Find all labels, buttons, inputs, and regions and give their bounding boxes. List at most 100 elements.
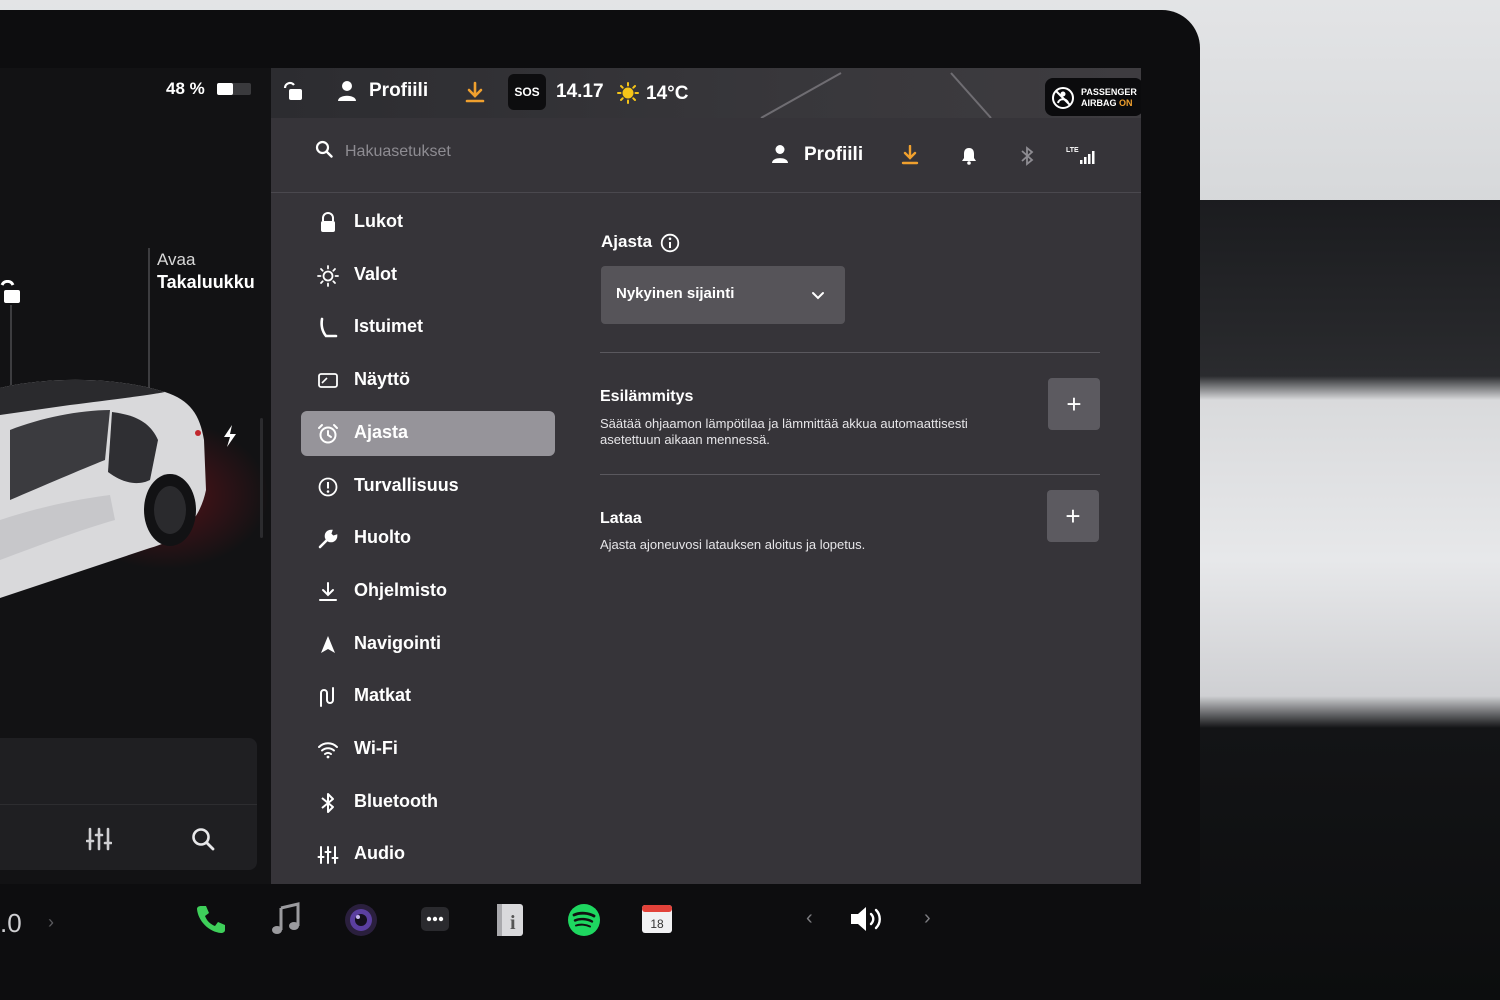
spotify-icon[interactable]: [566, 902, 606, 942]
profile-label[interactable]: Profiili: [369, 80, 428, 102]
battery-percent: 48 %: [166, 79, 205, 98]
volume-icon[interactable]: [848, 904, 888, 939]
equalizer-icon: [317, 844, 339, 866]
sidebar-item-label: Turvallisuus: [354, 474, 459, 495]
sidebar-item-navigointi[interactable]: Navigointi: [301, 622, 555, 667]
sidebar-item-label: Ohjelmisto: [354, 579, 448, 600]
sidebar-item-ajasta[interactable]: Ajasta: [301, 410, 555, 456]
search-icon: [315, 140, 333, 163]
chevron-down-icon: [811, 288, 825, 306]
charging-description: Ajasta ajoneuvosi latauksen aloitus ja l…: [600, 537, 866, 552]
add-preconditioning-button[interactable]: +: [1048, 378, 1100, 430]
divider: [600, 352, 1100, 353]
media-search-icon[interactable]: [191, 827, 215, 856]
airbag-off-icon: [1051, 86, 1075, 115]
airbag-prefix: AIRBAG: [1081, 98, 1119, 108]
profile-icon[interactable]: [337, 80, 357, 107]
wrench-icon: [317, 528, 339, 550]
frunk-lock-icon[interactable]: [0, 279, 22, 311]
sidebar-item-label: Lukot: [354, 211, 403, 231]
media-divider: [0, 804, 257, 805]
phone-icon[interactable]: [194, 902, 234, 942]
sidebar-item-matkat[interactable]: Matkat: [301, 674, 555, 719]
car-image: [0, 370, 215, 615]
download-icon[interactable]: [465, 81, 485, 108]
manual-icon[interactable]: i: [493, 902, 533, 942]
sidebar-item-wi-fi[interactable]: Wi-Fi: [301, 727, 555, 772]
settings-search-input[interactable]: [343, 136, 627, 168]
header-profile-icon[interactable]: [771, 144, 789, 169]
sidebar-item-label: Navigointi: [354, 632, 442, 653]
volume-up-chevron-icon[interactable]: ›: [924, 907, 931, 930]
charging-title: Lataa: [600, 510, 642, 527]
airbag-state: ON: [1119, 98, 1133, 108]
lte-signal-icon: LTE: [1066, 144, 1098, 171]
sidebar-item-label: Matkat: [354, 685, 412, 706]
more-icon[interactable]: [418, 902, 458, 942]
trunk-line: [148, 248, 150, 388]
add-charging-label: +: [1065, 500, 1081, 531]
passenger-airbag-indicator: PASSENGER AIRBAG ON: [1045, 78, 1141, 116]
settings-panel: Profiili LTE Lukot Valot Istuimet Näyttö Aja…: [271, 118, 1141, 884]
airbag-line1: PASSENGER: [1081, 87, 1137, 97]
preconditioning-description: Säätää ohjaamon lämpötilaa ja lämmittää …: [600, 416, 968, 447]
seat-icon: [317, 317, 339, 339]
music-icon[interactable]: [270, 902, 310, 942]
light-icon: [317, 264, 339, 287]
add-charging-schedule-button[interactable]: +: [1047, 490, 1099, 542]
sidebar-item-bluetooth[interactable]: Bluetooth: [301, 780, 555, 825]
sidebar-item-ohjelmisto[interactable]: Ohjelmisto: [301, 569, 555, 614]
sos-label: SOS: [514, 85, 540, 99]
display-icon: [317, 370, 339, 392]
bluetooth-icon: [317, 792, 339, 814]
panel-scroll-indicator: [260, 418, 263, 538]
navigation-icon: [317, 634, 339, 656]
sidebar-item-label: Wi-Fi: [354, 738, 398, 758]
calendar-icon[interactable]: 18: [640, 902, 680, 942]
sidebar-item-label: Audio: [354, 843, 405, 864]
sidebar-item-label: Istuimet: [354, 316, 424, 337]
schedule-title: Ajasta: [601, 232, 653, 251]
add-preconditioning-label: +: [1066, 388, 1082, 419]
dashboard-trim: [1180, 200, 1500, 1000]
bell-icon[interactable]: [961, 147, 977, 170]
header-profile-label[interactable]: Profiili: [804, 144, 863, 166]
sidebar-item-lukot[interactable]: Lukot: [301, 200, 555, 245]
bluetooth-status-icon[interactable]: [1020, 146, 1034, 171]
trunk-label[interactable]: Takaluukku: [157, 272, 255, 293]
sidebar-item-näyttö[interactable]: Näyttö: [301, 358, 555, 403]
settings-screen: PASSENGER AIRBAG ON Profiili SOS 14.17 14…: [271, 68, 1141, 884]
sidebar-item-label: Näyttö: [354, 369, 411, 390]
sos-button[interactable]: SOS: [508, 74, 546, 110]
location-dropdown[interactable]: Nykyinen sijainti: [601, 266, 845, 324]
download-icon: [317, 581, 339, 603]
equalizer-icon[interactable]: [85, 826, 113, 857]
dock-left-value: .0: [0, 908, 22, 938]
charging-bolt-icon: [222, 425, 238, 452]
header-download-icon[interactable]: [901, 144, 919, 170]
sun-icon: [617, 82, 639, 109]
trunk-action-label[interactable]: Avaa: [157, 250, 195, 270]
battery-fill: [217, 83, 234, 95]
sidebar-item-label: Valot: [354, 263, 398, 284]
sidebar-item-label: Ajasta: [354, 421, 409, 442]
lock-icon: [317, 212, 339, 234]
outside-temperature: 14°C: [646, 83, 689, 104]
sidebar-item-valot[interactable]: Valot: [301, 253, 555, 298]
lock-status-icon[interactable]: [283, 80, 305, 107]
sidebar-item-label: Huolto: [354, 527, 411, 548]
media-player-card[interactable]: [0, 738, 257, 870]
sidebar-item-istuimet[interactable]: Istuimet: [301, 305, 555, 350]
info-icon[interactable]: [660, 233, 680, 258]
safety-icon: [317, 476, 339, 498]
camera-icon[interactable]: [343, 902, 383, 942]
sidebar-item-turvallisuus[interactable]: Turvallisuus: [301, 464, 555, 509]
clock: 14.17: [556, 81, 604, 102]
preconditioning-title: Esilämmitys: [600, 388, 694, 405]
calendar-day: 18: [650, 917, 664, 931]
sidebar-item-audio[interactable]: Audio: [301, 832, 555, 877]
sidebar-item-huolto[interactable]: Huolto: [301, 516, 555, 561]
volume-down-chevron-icon[interactable]: ‹: [806, 907, 813, 930]
chevron-right-icon[interactable]: ›: [48, 912, 54, 933]
airbag-line2: AIRBAG ON: [1081, 98, 1133, 108]
